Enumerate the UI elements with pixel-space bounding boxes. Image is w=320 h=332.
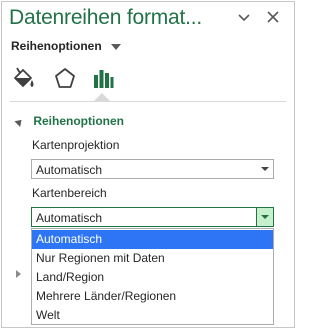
series-options-menu[interactable]: Reihenoptionen [11, 39, 122, 54]
collapsed-section-triangle-icon[interactable] [16, 270, 21, 278]
chevron-down-icon[interactable] [235, 8, 253, 26]
dropdown-arrow-icon [261, 167, 269, 171]
map-area-value: Automatisch [36, 211, 103, 225]
dropdown-option[interactable]: Land/Region [32, 268, 273, 287]
map-area-label: Kartenbereich [32, 186, 107, 200]
series-options-menu-label: Reihenoptionen [11, 39, 102, 53]
bar-chart-icon [86, 62, 120, 96]
dropdown-option[interactable]: Mehrere Länder/Regionen [32, 287, 273, 306]
section-series-options[interactable]: Reihenoptionen [14, 114, 124, 128]
tab-effects[interactable] [48, 62, 82, 96]
tab-series-options[interactable] [86, 62, 120, 96]
divider [10, 101, 286, 102]
selected-tab-indicator [94, 93, 110, 101]
category-tab-bar [2, 62, 294, 98]
map-projection-select[interactable]: Automatisch [31, 159, 274, 179]
map-area-dropdown-list: Automatisch Nur Regionen mit Daten Land/… [31, 228, 274, 325]
close-icon[interactable] [264, 8, 282, 26]
pane-title: Datenreihen format... [9, 6, 203, 29]
section-title: Reihenoptionen [33, 114, 125, 128]
dropdown-option[interactable]: Nur Regionen mit Daten [32, 249, 273, 268]
paint-bucket-icon [6, 62, 40, 96]
pentagon-icon [48, 62, 82, 96]
map-projection-value: Automatisch [36, 163, 103, 177]
caret-down-icon [111, 40, 122, 54]
dropdown-arrow-icon [261, 215, 269, 219]
map-area-dropdown-button[interactable] [256, 208, 273, 226]
dropdown-option[interactable]: Automatisch [32, 230, 273, 249]
dropdown-option[interactable]: Welt [32, 306, 273, 325]
map-projection-label: Kartenprojektion [32, 138, 120, 152]
map-area-select[interactable]: Automatisch [31, 207, 274, 227]
tab-fill-line[interactable] [6, 62, 40, 96]
pane-title-bar: Datenreihen format... [2, 2, 294, 36]
format-data-series-pane: Datenreihen format... Reihenoptionen Rei… [1, 1, 295, 328]
expanded-triangle-icon [14, 116, 25, 127]
